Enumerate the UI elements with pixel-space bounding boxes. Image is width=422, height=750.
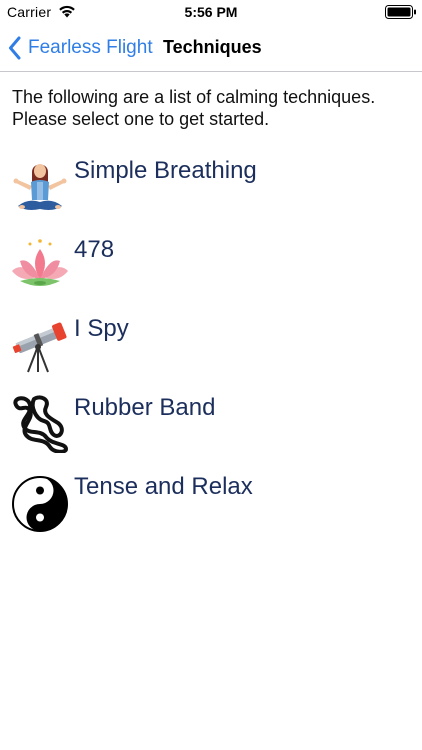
- clock-label: 5:56 PM: [184, 4, 238, 20]
- battery-icon: [385, 5, 416, 19]
- technique-rubber-band[interactable]: Rubber Band: [10, 389, 410, 453]
- technique-label: Simple Breathing: [74, 157, 257, 184]
- intro-text: The following are a list of calming tech…: [12, 87, 376, 129]
- chevron-left-icon: [9, 36, 21, 60]
- technique-label: Tense and Relax: [74, 473, 253, 500]
- rubber-band-icon: [13, 395, 68, 453]
- status-bar: Carrier 5:56 PM: [0, 0, 422, 24]
- technique-simple-breathing[interactable]: Simple Breathing: [10, 152, 410, 216]
- navigation-bar: Fearless Flight Techniques: [0, 24, 422, 72]
- yin-yang-icon: [12, 476, 68, 532]
- page-title: Techniques: [163, 37, 262, 57]
- lotus-icon: [12, 239, 68, 286]
- technique-tense-and-relax[interactable]: Tense and Relax: [10, 468, 410, 532]
- technique-i-spy[interactable]: I Spy: [10, 310, 410, 374]
- technique-label: Rubber Band: [74, 394, 216, 421]
- back-button-label: Fearless Flight: [28, 37, 153, 58]
- telescope-icon: [12, 322, 67, 373]
- technique-label: 478: [74, 236, 115, 263]
- back-button[interactable]: Fearless Flight: [8, 34, 153, 62]
- meditation-icon: [13, 164, 67, 210]
- technique-label: I Spy: [74, 315, 129, 342]
- technique-478[interactable]: 478: [10, 231, 410, 295]
